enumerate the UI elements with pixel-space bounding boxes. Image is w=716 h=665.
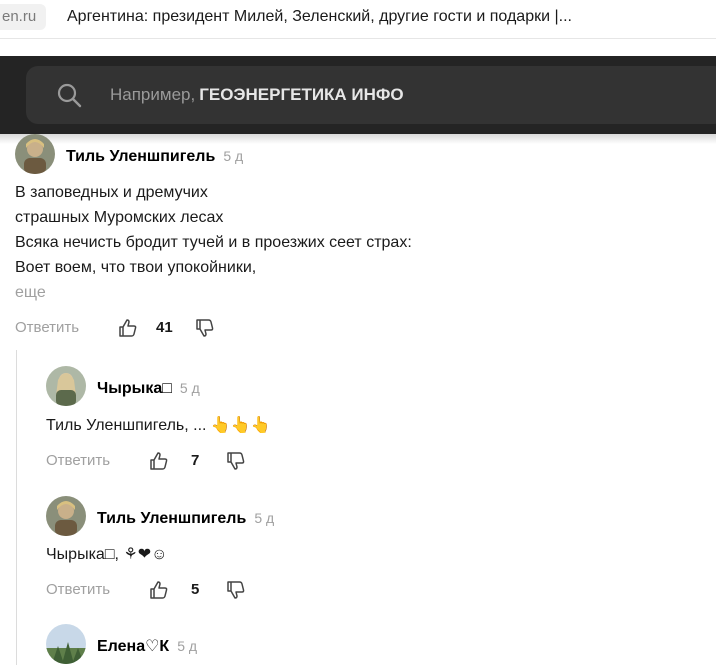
comment-time: 5 д (254, 510, 275, 526)
thumbs-down-icon[interactable] (226, 451, 246, 471)
comment-text: Тиль Уленшпигель, ... 👆👆👆 (46, 417, 271, 434)
reply-button[interactable]: Ответить (46, 449, 110, 473)
thumbs-up-icon[interactable] (118, 318, 138, 338)
tab-title[interactable]: Аргентина: президент Милей, Зеленский, д… (67, 4, 572, 30)
avatar[interactable] (46, 366, 86, 406)
comment-text: Чырыка□, ⚘❤☺ (46, 546, 168, 563)
comment-actions: Ответить 5 (46, 578, 266, 602)
search-placeholder: Например, ГЕОЭНЕРГЕТИКА ИНФО (110, 84, 404, 106)
comment-actions: Ответить 41 (15, 316, 235, 340)
search-suggestion[interactable]: ГЕОЭНЕРГЕТИКА ИНФО (199, 85, 403, 104)
thumbs-up-icon[interactable] (149, 580, 169, 600)
comment-author[interactable]: Елена♡К 5 д (97, 636, 197, 657)
tab-domain[interactable]: en.ru (0, 4, 47, 30)
likes-count: 41 (156, 319, 173, 336)
avatar[interactable] (15, 134, 55, 174)
avatar-photo-icon (15, 134, 55, 174)
author-name[interactable]: Елена♡К (97, 638, 169, 655)
comment-author[interactable]: Чырыка□ 5 д (97, 378, 200, 399)
search-icon (57, 83, 82, 108)
reply-thread-line (16, 350, 17, 665)
comment-author[interactable]: Тиль Уленшпигель 5 д (97, 508, 274, 529)
show-more-link[interactable]: еще (15, 280, 412, 305)
comment-time: 5 д (179, 380, 200, 396)
site-header: Например, ГЕОЭНЕРГЕТИКА ИНФО (0, 56, 716, 134)
avatar[interactable] (46, 624, 86, 664)
reply-button[interactable]: Ответить (15, 316, 79, 340)
avatar[interactable] (46, 496, 86, 536)
comment-line: Всяка нечисть бродит тучей и в проезжих … (15, 234, 412, 251)
avatar-photo-icon (46, 366, 86, 406)
comment-line: страшных Муромских лесах (15, 209, 224, 226)
comment-time: 5 д (177, 638, 198, 654)
likes-count: 7 (191, 452, 200, 469)
comment-actions: Ответить 7 (46, 449, 266, 473)
comment-line: В заповедных и дремучих (15, 184, 208, 201)
comment-time: 5 д (223, 148, 244, 164)
avatar-photo-icon (46, 496, 86, 536)
author-name[interactable]: Тиль Уленшпигель (66, 148, 215, 165)
comment-text: В заповедных и дремучих страшных Муромск… (15, 180, 412, 305)
author-name[interactable]: Чырыка□ (97, 380, 172, 397)
search-placeholder-prefix: Например, (110, 85, 196, 104)
thumbs-down-icon[interactable] (195, 318, 215, 338)
comment-author[interactable]: Тиль Уленшпигель 5 д (66, 146, 243, 167)
author-name[interactable]: Тиль Уленшпигель (97, 510, 246, 527)
reply-button[interactable]: Ответить (46, 578, 110, 602)
likes-count: 5 (191, 581, 200, 598)
thumbs-up-icon[interactable] (149, 451, 169, 471)
browser-tab-bar: en.ru Аргентина: президент Милей, Зеленс… (0, 0, 716, 39)
header-shadow (0, 134, 716, 144)
thumbs-down-icon[interactable] (226, 580, 246, 600)
search-input[interactable]: Например, ГЕОЭНЕРГЕТИКА ИНФО (26, 66, 716, 124)
avatar-photo-icon (46, 624, 86, 664)
comment-line: Воет воем, что твои упокойники, (15, 259, 257, 276)
